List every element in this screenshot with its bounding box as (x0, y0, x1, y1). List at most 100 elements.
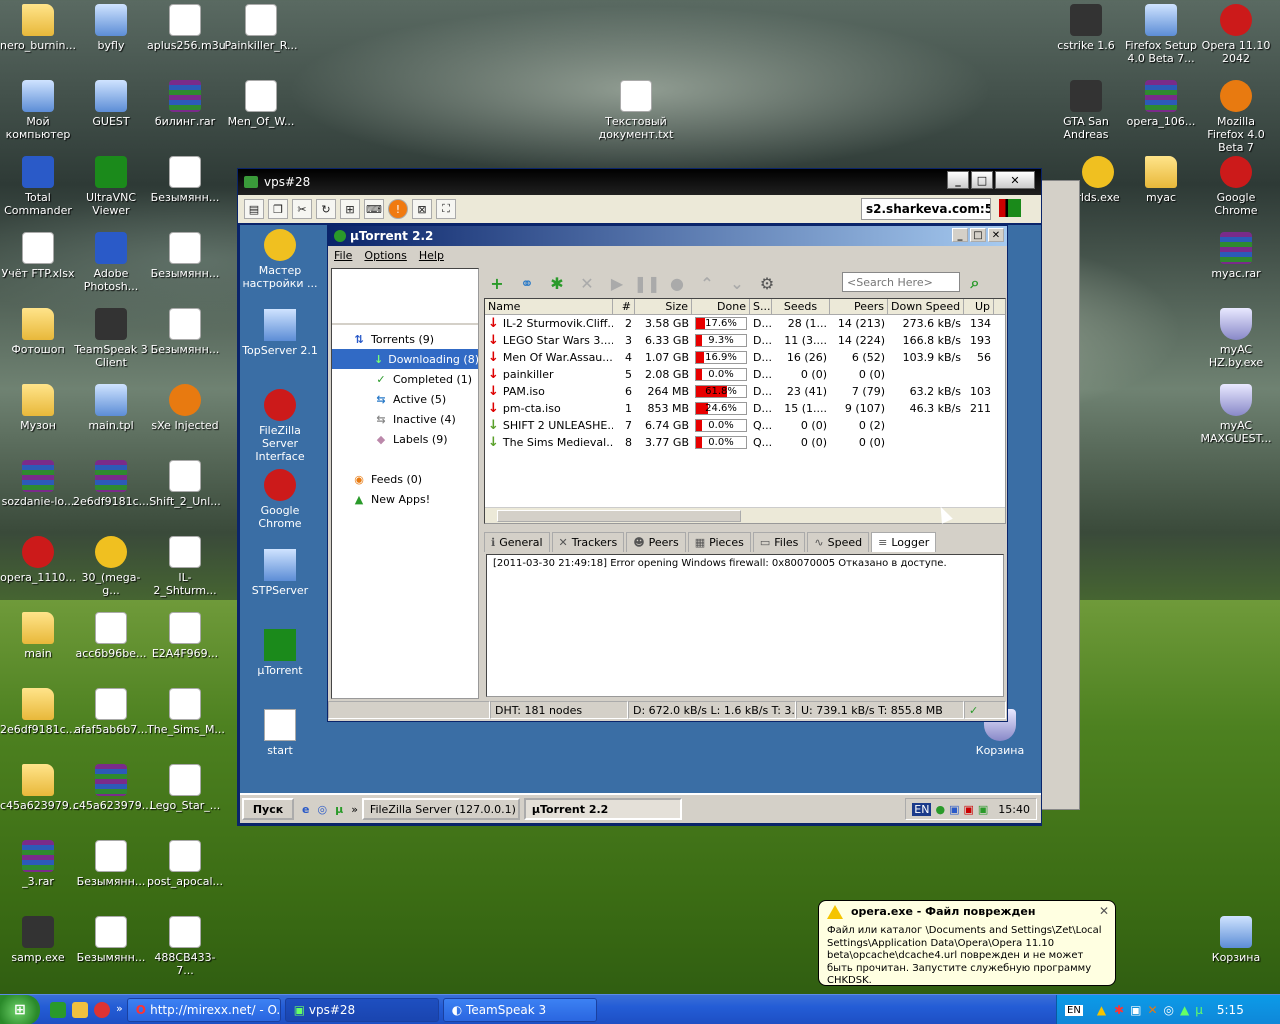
menu-help[interactable]: Help (419, 249, 444, 262)
remote-desktop-icon[interactable]: Мастер настройки ... (240, 229, 320, 290)
options-icon[interactable]: ▤ (244, 199, 264, 219)
sidebar-item[interactable]: ⇅ Torrents (9) (332, 329, 478, 349)
tab-pieces[interactable]: ▦ Pieces (687, 532, 751, 552)
minimize-button[interactable]: _ (952, 228, 968, 242)
start-icon[interactable]: ▶ (604, 270, 630, 296)
desktop-icon[interactable]: main (0, 612, 76, 660)
quicklaunch-icon[interactable]: ◎ (317, 803, 327, 816)
menu-file[interactable]: File (334, 249, 352, 262)
desktop-icon[interactable]: 2e6df9181c... (0, 688, 76, 736)
desktop-icon[interactable]: Men_Of_W... (223, 80, 299, 128)
close-button[interactable]: ✕ (988, 228, 1004, 242)
desktop-icon[interactable]: c45a623979... (73, 764, 152, 812)
column-down-speed[interactable]: Down Speed (888, 299, 964, 314)
move-up-icon[interactable]: ⌃ (694, 270, 720, 296)
refresh-icon[interactable]: ↻ (316, 199, 336, 219)
desktop-icon[interactable]: IL-2_Shturm... (147, 536, 223, 597)
desktop-icon[interactable]: _3.rar (0, 840, 76, 888)
desktop-icon[interactable]: c45a623979... (0, 764, 79, 812)
tray-icon[interactable]: ▣ (1130, 1003, 1141, 1017)
chrome-quick-icon[interactable] (94, 1001, 110, 1018)
remote-desktop-icon[interactable]: STPServer (240, 549, 320, 597)
desktop-icon[interactable]: byfly (73, 4, 149, 52)
clipboard-icon[interactable]: ❐ (268, 199, 288, 219)
desktop-icon[interactable]: Opera 11.10 2042 (1198, 4, 1274, 65)
status-upload[interactable]: U: 739.1 kB/s T: 855.8 MB (796, 701, 964, 719)
remote-start-button[interactable]: Пуск (242, 798, 294, 820)
task-vps[interactable]: ▣ vps#28 (284, 997, 439, 1022)
ie-icon[interactable]: e (302, 803, 309, 816)
desktop-icon[interactable]: Adobe Photosh... (73, 232, 149, 293)
lang-indicator[interactable]: EN (912, 802, 932, 816)
table-row[interactable]: ↓ SHIFT 2 UNLEASHE... 7 6.74 GB 0.0% Q... 0 (0… (485, 417, 1005, 434)
minimize-button[interactable]: _ (947, 171, 969, 189)
maximize-button[interactable]: □ (971, 171, 993, 189)
desktop-icon[interactable]: acc6b96be... (73, 612, 149, 660)
desktop-icon[interactable]: main.tpl (73, 384, 149, 432)
desktop-icon[interactable]: E2A4F969... (147, 612, 223, 660)
desktop-icon[interactable]: Учёт FTP.xlsx (0, 232, 76, 280)
sidebar-item[interactable]: ◆ Labels (9) (332, 429, 478, 449)
desktop-icon[interactable]: afaf5ab6b7... (73, 688, 149, 736)
desktop-icon[interactable]: The_Sims_M... (147, 688, 225, 736)
desktop-icon[interactable]: post_apocal... (147, 840, 223, 888)
remote-desktop-icon[interactable]: µTorrent (240, 629, 320, 677)
desktop-icon[interactable]: Lego_Star_... (147, 764, 223, 812)
tab-speed[interactable]: ∿ Speed (807, 532, 870, 552)
desktop-icon[interactable]: Mozilla Firefox 4.0 Beta 7 (1198, 80, 1274, 154)
vnc-title-bar[interactable]: vps#28 _ □ ✕ (238, 169, 1041, 195)
desktop-icon[interactable]: nero_burnin... (0, 4, 76, 52)
desktop-icon[interactable]: Firefox Setup 4.0 Beta 7... (1123, 4, 1199, 65)
sidebar-item[interactable]: ◉ Feeds (0) (332, 469, 478, 489)
desktop-icon[interactable]: samp.exe (0, 916, 76, 964)
fullscreen-icon[interactable]: ⛶ (436, 199, 456, 219)
desktop-icon[interactable]: Painkiller_R... (223, 4, 299, 52)
desktop-icon[interactable]: cstrike 1.6 (1048, 4, 1124, 52)
tray-icon[interactable]: ▲ (1180, 1003, 1189, 1017)
preferences-icon[interactable]: ⚙ (754, 270, 780, 296)
warning-tray-icon[interactable]: ▲ (1097, 1003, 1106, 1017)
alert-icon[interactable]: ! (388, 199, 408, 219)
tray-icon[interactable]: ▣ (949, 803, 959, 816)
desktop-icon[interactable]: Google Chrome (1198, 156, 1274, 217)
utorrent-quick-icon[interactable] (50, 1001, 66, 1018)
start-button[interactable]: ⊞ (0, 994, 40, 1024)
tab-files[interactable]: ▭ Files (752, 532, 806, 552)
close-button[interactable]: ✕ (995, 171, 1035, 189)
tray-icon[interactable]: ✕ (1147, 1003, 1157, 1017)
lang-indicator[interactable]: EN (1065, 1004, 1083, 1016)
pause-icon[interactable]: ❚❚ (634, 270, 661, 296)
remote-task-filezilla[interactable]: FileZilla Server (127.0.0.1) (361, 798, 520, 820)
scrollbar-thumb[interactable] (497, 510, 741, 522)
desktop-icon[interactable]: myAC HZ.by.exe (1198, 308, 1274, 369)
table-row[interactable]: ↓ PAM.iso 6 264 MB 61.8% D... 23 (41) 7 (79) 63.… (485, 383, 1005, 400)
task-teamspeak[interactable]: ◐ TeamSpeak 3 (442, 997, 597, 1022)
desktop-icon[interactable]: Безымянн... (73, 840, 149, 888)
folder-quick-icon[interactable] (72, 1001, 88, 1018)
tray-icon[interactable]: ▣ (978, 803, 988, 816)
error-balloon[interactable]: opera.exe - Файл поврежден Файл или ката… (818, 900, 1116, 986)
search-input[interactable]: <Search Here> (842, 272, 960, 292)
host-field[interactable]: s2.sharkeva.com:5 (861, 198, 991, 220)
desktop-icon[interactable]: UltraVNC Viewer (73, 156, 149, 217)
utorrent-window[interactable]: µTorrent 2.2 _ □ ✕ File Options Help ⇅ To… (327, 225, 1008, 722)
desktop-icon[interactable]: билинг.rar (147, 80, 223, 128)
desktop-icon[interactable]: GUEST (73, 80, 149, 128)
column-done[interactable]: Done (692, 299, 750, 314)
desktop-icon[interactable]: myAC MAXGUEST... (1198, 384, 1274, 445)
remote-task-utorrent[interactable]: µTorrent 2.2 (523, 798, 682, 820)
column-up-speed[interactable]: Up (964, 299, 994, 314)
desktop-icon[interactable]: Безымянн... (147, 156, 223, 204)
column-number[interactable]: # (613, 299, 635, 314)
tray-icon[interactable]: ● (935, 803, 945, 816)
ctrl-alt-del-icon[interactable]: ⌨ (364, 199, 384, 219)
desktop-icon[interactable]: GTA San Andreas (1048, 80, 1124, 141)
table-row[interactable]: ↓ The Sims Medieval.... 8 3.77 GB 0.0% Q... 0 … (485, 434, 1005, 451)
desktop-icon[interactable]: myac (1123, 156, 1199, 204)
sidebar-item[interactable]: ⇆ Inactive (4) (332, 409, 478, 429)
sidebar-item[interactable]: ⇆ Active (5) (332, 389, 478, 409)
table-row[interactable]: ↓ IL-2 Sturmovik.Cliff... 2 3.58 GB 17.6% D..… (485, 315, 1005, 332)
remote-desktop-icon[interactable]: TopServer 2.1 (240, 309, 320, 357)
status-ok-icon[interactable]: ✓ (964, 701, 1006, 719)
move-down-icon[interactable]: ⌄ (724, 270, 750, 296)
